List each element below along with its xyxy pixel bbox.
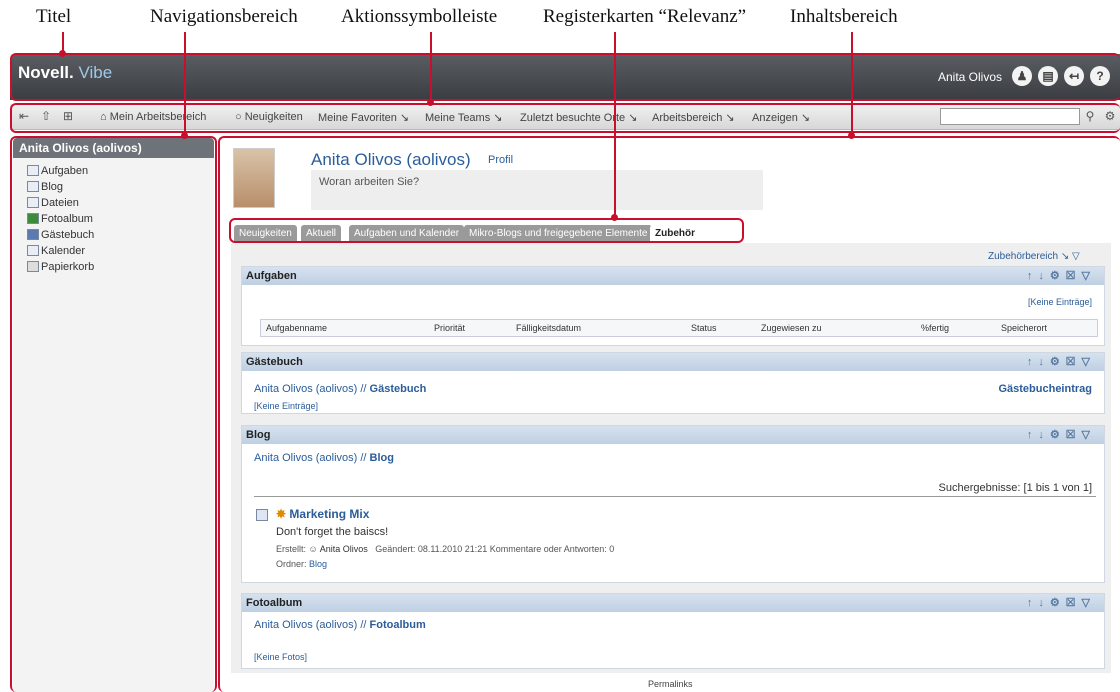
callout-title: Titel [36,6,72,27]
connector-dot [59,50,66,57]
connector-dot [427,99,434,106]
highlight-title [10,53,1120,101]
connector [430,32,432,103]
callout-navigation: Navigationsbereich [150,6,298,27]
callout-content-area: Inhaltsbereich [790,6,898,27]
connector-dot [848,132,855,139]
highlight-action-toolbar [10,103,1120,133]
highlight-navigation [10,136,217,692]
connector [184,32,186,136]
connector-dot [181,132,188,139]
connector [614,32,616,218]
callout-action-toolbar: Aktionssymbolleiste [341,6,498,27]
connector-dot [611,214,618,221]
callout-relevance-tabs: Registerkarten “Relevanz” [543,6,747,27]
highlight-tabs [229,218,744,243]
connector [851,32,853,136]
